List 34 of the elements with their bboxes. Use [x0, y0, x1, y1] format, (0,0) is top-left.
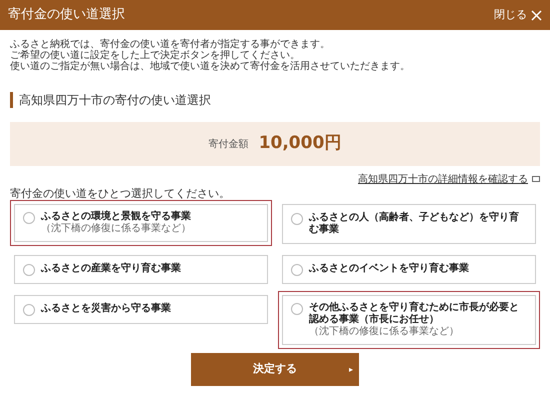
option-label: ふるさとの人（高齢者、子どもなど）を守り育む事業 — [309, 212, 520, 236]
amount-label: 寄付金額 — [208, 138, 249, 152]
radio-button[interactable] — [23, 212, 35, 224]
option-label: ふるさとの産業を守り育む事業 — [41, 263, 181, 275]
option-label: ふるさとの環境と景観を守る事業 — [41, 211, 191, 222]
option-card[interactable]: ふるさとを災害から守る事業 — [14, 295, 268, 324]
option-card[interactable]: ふるさとの人（高齢者、子どもなど）を守り育む事業 — [282, 204, 536, 244]
link-icon — [532, 176, 540, 183]
close-button[interactable]: 閉じる — [494, 6, 542, 24]
option-card[interactable]: ふるさとの産業を守り育む事業 — [14, 255, 268, 284]
dialog-title: 寄付金の使い道選択 — [8, 6, 125, 24]
option-card[interactable]: その他ふるさとを守り育むために市長が必要と認める事業（市長にお任せ） （沈下橋の修復に係る事業など） — [282, 295, 536, 345]
option-card[interactable]: ふるさとのイベントを守り育む事業 — [282, 255, 536, 284]
submit-button[interactable]: 決定する ▸ — [191, 353, 359, 386]
detail-link[interactable]: 高知県四万十市の詳細情報を確認する — [358, 172, 528, 187]
description-text: 使い道のご指定が無い場合は、地域で使い道を決めて寄付金を活用させていただきます。 — [10, 61, 411, 72]
option-label: ふるさとのイベントを守り育む事業 — [309, 263, 469, 275]
option-label: その他ふるさとを守り育むために市長が必要と認める事業（市長にお任せ） — [309, 302, 520, 326]
description-text: ふるさと納税では、寄付金の使い道を寄付者が指定する事ができます。 — [10, 39, 331, 50]
radio-button[interactable] — [23, 264, 35, 276]
arrow-icon: ▸ — [348, 364, 353, 376]
close-icon — [531, 10, 542, 20]
amount-value: 10,000円 — [258, 132, 342, 156]
option-label: ふるさとを災害から守る事業 — [41, 303, 171, 315]
radio-button[interactable] — [291, 213, 303, 225]
option-note: （沈下橋の修復に係る事業など） — [309, 326, 460, 338]
radio-button[interactable] — [23, 304, 35, 316]
radio-button[interactable] — [291, 264, 303, 276]
option-card[interactable]: ふるさとの環境と景観を守る事業 （沈下橋の修復に係る事業など） — [14, 204, 268, 242]
prompt-text: 寄付金の使い道をひとつ選択してください。 — [10, 187, 231, 200]
option-note: （沈下橋の修復に係る事業など） — [41, 223, 191, 235]
description-text: ご希望の使い道に設定をした上で決定ボタンを押してください。 — [10, 50, 301, 61]
section-title: 高知県四万十市の寄付の使い道選択 — [10, 92, 540, 108]
radio-button[interactable] — [291, 303, 303, 315]
